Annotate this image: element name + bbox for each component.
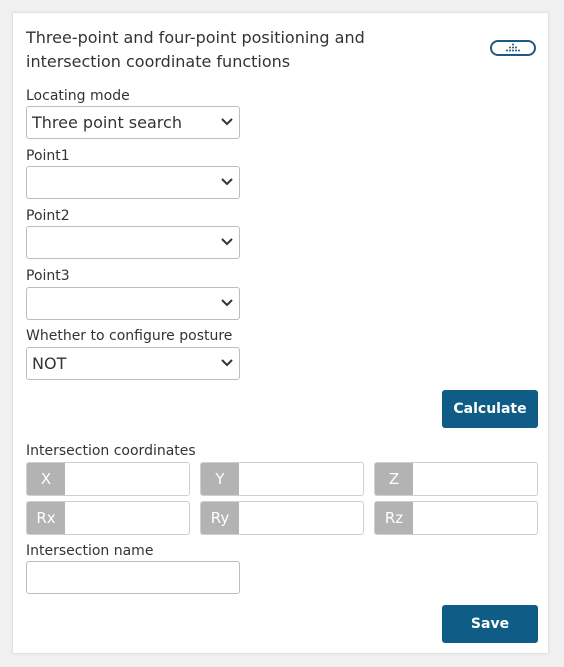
coord-input-ry[interactable] — [239, 502, 363, 534]
coord-field-rx: Rx — [26, 501, 190, 535]
point3-select[interactable] — [26, 287, 240, 320]
dots-triangle-icon — [506, 43, 520, 52]
intersection-coordinates-label: Intersection coordinates — [26, 443, 196, 459]
coord-tag-y: Y — [201, 463, 239, 495]
coord-field-z: Z — [374, 462, 538, 496]
posture-select[interactable]: NOT — [26, 347, 240, 380]
chevron-down-icon — [221, 359, 233, 367]
coord-field-rz: Rz — [374, 501, 538, 535]
coord-field-ry: Ry — [200, 501, 364, 535]
panel-title: Three-point and four-point positioning a… — [26, 28, 365, 71]
locating-mode-label: Locating mode — [26, 88, 130, 104]
posture-label: Whether to configure posture — [26, 328, 233, 344]
coord-tag-ry: Ry — [201, 502, 239, 534]
calculate-button[interactable]: Calculate — [442, 390, 538, 428]
locating-mode-select[interactable]: Three point search — [26, 106, 240, 139]
chevron-down-icon — [221, 118, 233, 126]
coord-tag-rx: Rx — [27, 502, 65, 534]
coord-input-rz[interactable] — [413, 502, 537, 534]
coord-input-rx[interactable] — [65, 502, 189, 534]
coord-tag-z: Z — [375, 463, 413, 495]
coord-input-y[interactable] — [239, 463, 363, 495]
coord-input-z[interactable] — [413, 463, 537, 495]
coord-field-x: X — [26, 462, 190, 496]
point3-label: Point3 — [26, 268, 70, 284]
chevron-down-icon — [221, 178, 233, 186]
chevron-down-icon — [221, 238, 233, 246]
point1-label: Point1 — [26, 148, 70, 164]
coord-field-y: Y — [200, 462, 364, 496]
point1-select[interactable] — [26, 166, 240, 199]
locating-mode-value: Three point search — [32, 113, 182, 132]
point2-label: Point2 — [26, 208, 70, 224]
intersection-name-label: Intersection name — [26, 543, 154, 559]
panel-toggle-button[interactable] — [490, 40, 536, 56]
point2-select[interactable] — [26, 226, 240, 259]
save-button[interactable]: Save — [442, 605, 538, 643]
chevron-down-icon — [221, 299, 233, 307]
intersection-name-input[interactable] — [26, 561, 240, 594]
coord-tag-rz: Rz — [375, 502, 413, 534]
positioning-panel: Three-point and four-point positioning a… — [12, 12, 549, 654]
coord-tag-x: X — [27, 463, 65, 495]
posture-value: NOT — [32, 354, 67, 373]
coord-input-x[interactable] — [65, 463, 189, 495]
